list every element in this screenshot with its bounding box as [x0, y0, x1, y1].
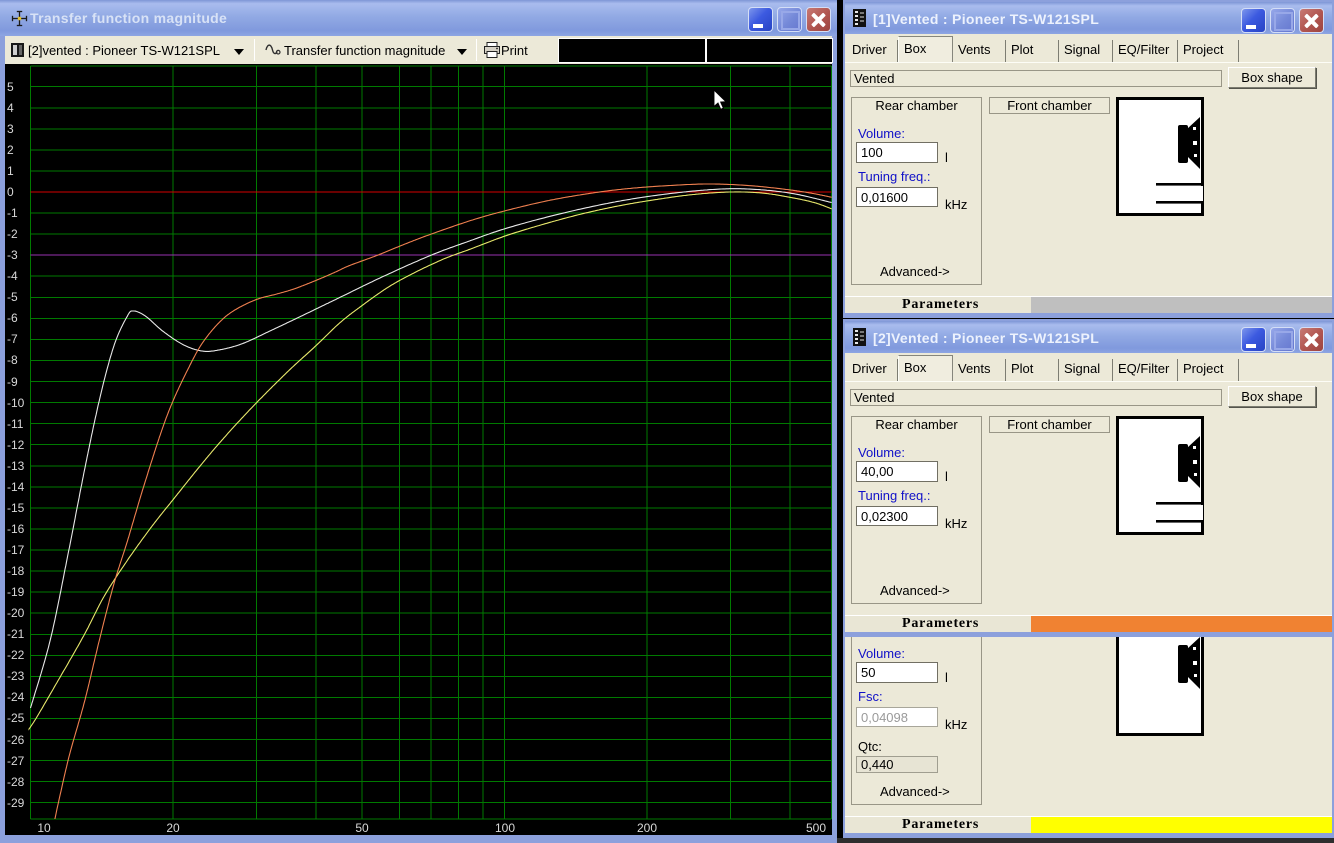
svg-text:-23: -23	[7, 669, 25, 683]
svg-text:-28: -28	[7, 775, 25, 789]
svg-text:10: 10	[37, 821, 51, 835]
svg-text:-20: -20	[7, 606, 25, 620]
svg-text:-25: -25	[7, 711, 25, 725]
svg-text:-2: -2	[7, 227, 18, 241]
svg-text:-18: -18	[7, 564, 25, 578]
svg-text:-16: -16	[7, 522, 25, 536]
svg-text:-9: -9	[7, 375, 18, 389]
svg-text:-15: -15	[7, 501, 25, 515]
svg-text:3: 3	[7, 122, 14, 136]
svg-text:200: 200	[637, 821, 657, 835]
svg-text:-13: -13	[7, 459, 25, 473]
svg-text:-4: -4	[7, 269, 18, 283]
svg-text:-10: -10	[7, 396, 25, 410]
svg-text:-11: -11	[7, 417, 24, 431]
svg-text:-21: -21	[7, 627, 25, 641]
svg-text:-7: -7	[7, 332, 18, 346]
svg-text:-14: -14	[7, 480, 25, 494]
svg-text:50: 50	[355, 821, 369, 835]
svg-text:-27: -27	[7, 754, 25, 768]
svg-text:100: 100	[495, 821, 515, 835]
svg-text:-8: -8	[7, 353, 18, 367]
svg-text:-22: -22	[7, 648, 25, 662]
svg-text:0: 0	[7, 185, 14, 199]
svg-text:1: 1	[7, 164, 14, 178]
svg-text:20: 20	[166, 821, 180, 835]
svg-text:-26: -26	[7, 733, 25, 747]
svg-text:4: 4	[7, 101, 14, 115]
svg-text:-5: -5	[7, 290, 18, 304]
svg-text:-12: -12	[7, 438, 25, 452]
svg-text:-24: -24	[7, 690, 25, 704]
svg-text:500: 500	[806, 821, 826, 835]
svg-text:2: 2	[7, 143, 14, 157]
svg-text:-6: -6	[7, 311, 18, 325]
svg-text:-29: -29	[7, 796, 25, 810]
svg-text:5: 5	[7, 80, 14, 94]
svg-text:-1: -1	[7, 206, 18, 220]
svg-text:-19: -19	[7, 585, 25, 599]
svg-text:-3: -3	[7, 248, 18, 262]
svg-text:-17: -17	[7, 543, 25, 557]
